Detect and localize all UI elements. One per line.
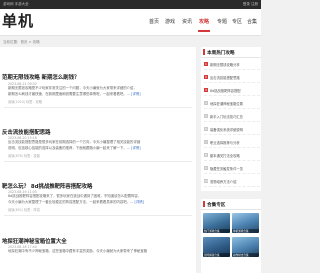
article-footer: 阅读(652) 标签：阵容 <box>8 208 40 212</box>
read-more-link[interactable]: [详情] <box>131 146 140 150</box>
rank-badge: 9 <box>204 165 208 170</box>
article-divider <box>4 215 192 216</box>
breadcrumb: 当前位置：首页 > 攻略 <box>3 40 40 44</box>
collection-thumbnail[interactable]: 单机游戏合集 <box>232 213 259 233</box>
collection-thumbnail[interactable]: 冒险解谜合集 <box>203 237 230 257</box>
article-title[interactable]: 地探狂潮神秘宝箱位置大全 <box>2 237 67 245</box>
hot-list-item-text[interactable]: 反击流技能搭配思路 <box>210 75 260 80</box>
hot-list-item[interactable]: 5 新手入门玩法技巧汇总 <box>204 112 260 122</box>
collection-caption: 单机游戏合集 <box>232 229 259 233</box>
hot-guides-panel: 本周热门攻略 1 新期无限钱攻略分享 2 反击流技能搭配思路 3 8d挑战推靶阵容搭配… <box>201 47 261 191</box>
hot-list-item-text[interactable]: 新手入门玩法技巧汇总 <box>210 114 260 119</box>
rank-badge: 3 <box>204 87 208 92</box>
rank-badge: 1 <box>204 61 208 66</box>
nav-item-collections[interactable]: 合集 <box>247 18 257 25</box>
collection-thumbnail[interactable]: 动作射击合集 <box>232 237 259 257</box>
hot-list-item-text[interactable]: 宠物培养方法介绍 <box>210 179 260 184</box>
nav-item-news[interactable]: 资讯 <box>182 18 192 25</box>
hot-list-item-text[interactable]: 装备强化系统详细说明 <box>210 127 260 132</box>
rank-badge: 10 <box>204 178 208 183</box>
collection-header: 合集专区 <box>201 199 261 210</box>
hot-guides-heading: 本周热门攻略 <box>207 50 235 56</box>
article-divider <box>4 161 192 162</box>
article-divider <box>4 107 192 108</box>
article-summary-line: 新期怎么刷钱才最快速，在新期里面刷钱需要注意哪些事情呢，一起来看看吧。… [详情… <box>8 91 141 96</box>
collection-heading: 合集专区 <box>207 202 226 208</box>
hot-list-item-text[interactable]: 地探狂潮神秘宝箱位置 <box>210 101 260 106</box>
collection-thumbnail[interactable]: 热门游戏合集 <box>203 213 230 233</box>
article-title[interactable]: 范期无限钱攻略 新期怎么刷钱？ <box>2 73 79 81</box>
article-summary-line: 地探狂潮中有不少神秘宝箱，这些宝箱中藏有丰富的奖励，今天小编就为大家带来了神秘宝… <box>8 249 148 253</box>
rank-badge: 2 <box>204 74 208 79</box>
article-footer: 阅读(1024) 标签：攻略 <box>8 100 42 104</box>
hot-list-item-text[interactable]: 新期无限钱攻略分享 <box>210 62 260 67</box>
rank-badge: 4 <box>204 100 208 105</box>
hot-list-item[interactable]: 3 8d挑战推靶阵容搭配 <box>204 86 260 96</box>
hot-list-item-text[interactable]: 8d挑战推靶阵容搭配 <box>210 88 260 93</box>
collection-caption: 动作射击合集 <box>232 253 259 257</box>
nav-item-zones[interactable]: 专区 <box>232 18 242 25</box>
nav-item-guides[interactable]: 攻略 <box>197 18 211 32</box>
nav-item-topics[interactable]: 专题 <box>217 18 227 25</box>
top-bar: 游戏网 手游大全 登录 注册 <box>0 0 261 9</box>
nav-item-home[interactable]: 首页 <box>149 18 159 25</box>
article-list: 范期无限钱攻略 新期怎么刷钱？ 2023-08-21 09:32 新期无限钱攻略… <box>0 47 196 273</box>
article-footer: 阅读(876) 标签：技能 <box>8 154 40 158</box>
hot-guides-header: 本周热门攻略 <box>201 47 261 58</box>
hot-list-item-text[interactable]: 隐藏任务触发条件一览 <box>210 166 260 171</box>
hot-list-item-text[interactable]: 职业选择推荐与分析 <box>210 140 260 145</box>
article-title[interactable]: 反击流技能搭配思路 <box>2 128 51 136</box>
topbar-left-text[interactable]: 游戏网 手游大全 <box>3 2 29 7</box>
hot-list-item[interactable]: 9 隐藏任务触发条件一览 <box>204 164 260 174</box>
hot-list-item[interactable]: 1 新期无限钱攻略分享 <box>204 60 260 70</box>
collection-panel: 合集专区 热门游戏合集 单机游戏合集 冒险解谜合集 动作射击合集 <box>201 199 261 273</box>
read-more-link[interactable]: [详情] <box>135 200 144 204</box>
site-logo[interactable]: 单机 <box>2 12 34 30</box>
hot-list-item-text[interactable]: 副本通关打法全攻略 <box>210 153 260 158</box>
hot-list-item[interactable]: 4 地探狂潮神秘宝箱位置 <box>204 99 260 109</box>
rank-badge: 5 <box>204 113 208 118</box>
hot-list-item[interactable]: 2 反击流技能搭配思路 <box>204 73 260 83</box>
hot-list-item[interactable]: 6 装备强化系统详细说明 <box>204 125 260 135</box>
site-header: 单机 首页 游戏 资讯 攻略 专题 专区 合集 <box>0 9 261 36</box>
article-summary-line: 说明，包括核心技能的选择以及装备的推荐，下面就跟随小编一起来了解一下。… [详情… <box>8 145 141 150</box>
article-summary-line: 今天小编为大家整理了一套比较稳定的阵容搭配方法，一起来看看具体的内容吧。… [详… <box>8 199 144 204</box>
nav-item-games[interactable]: 游戏 <box>165 18 175 25</box>
hot-list-item[interactable]: 8 副本通关打法全攻略 <box>204 151 260 161</box>
rank-badge: 7 <box>204 139 208 144</box>
read-more-link[interactable]: [详情] <box>131 92 140 96</box>
collection-caption: 热门游戏合集 <box>203 229 230 233</box>
rank-badge: 6 <box>204 126 208 131</box>
rank-badge: 8 <box>204 152 208 157</box>
hot-list-item[interactable]: 10 宠物培养方法介绍 <box>204 177 260 187</box>
hot-list-item[interactable]: 7 职业选择推荐与分析 <box>204 138 260 148</box>
collection-caption: 冒险解谜合集 <box>203 253 230 257</box>
article-title[interactable]: 靶怎么玩？ 8d挑战推靶阵容搭配攻略 <box>2 182 92 190</box>
topbar-login-links[interactable]: 登录 注册 <box>243 2 258 7</box>
